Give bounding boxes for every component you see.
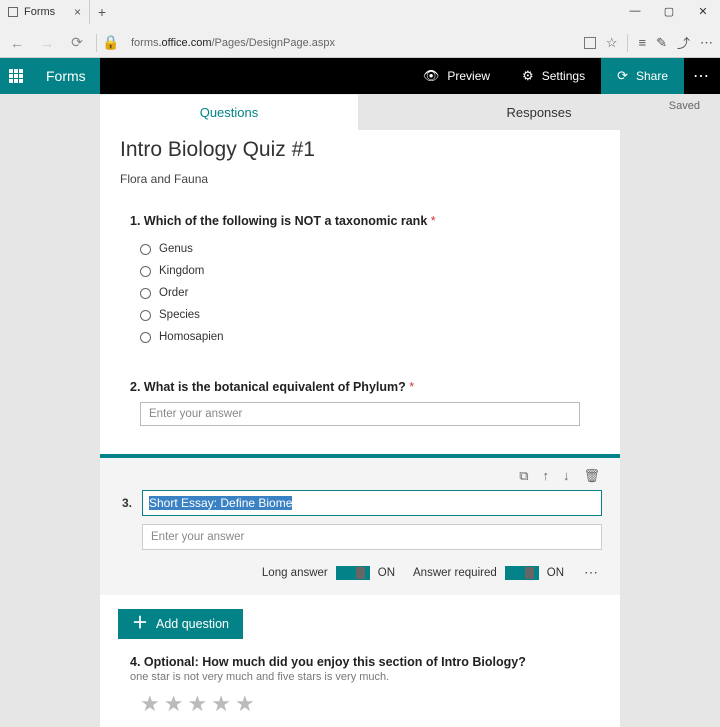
settings-label: Settings — [542, 69, 585, 83]
tab-questions[interactable]: Questions — [100, 94, 358, 130]
long-answer-label: Long answer — [262, 567, 328, 579]
question-2[interactable]: 2. What is the botanical equivalent of P… — [100, 370, 620, 432]
form-canvas: Intro Biology Quiz #1 Flora and Fauna 1.… — [100, 130, 620, 727]
url-text[interactable]: forms.office.com/Pages/DesignPage.aspx — [125, 37, 576, 49]
form-description[interactable]: Flora and Fauna — [120, 172, 600, 186]
required-state: ON — [547, 567, 564, 579]
q4-text: Optional: How much did you enjoy this se… — [144, 655, 526, 669]
q1-option[interactable]: Kingdom — [130, 260, 590, 282]
share-browser-icon[interactable]: ⤴ — [677, 33, 690, 52]
settings-button[interactable]: ⚙ Settings — [506, 58, 601, 94]
app-name: Forms — [32, 58, 100, 94]
q2-number: 2. — [130, 380, 140, 394]
radio-icon — [140, 288, 151, 299]
window-close-button[interactable]: ✕ — [686, 0, 720, 22]
copy-question-button[interactable]: ⧉ — [519, 468, 528, 484]
share-button[interactable]: ⟳ Share — [601, 58, 684, 94]
q1-option[interactable]: Species — [130, 304, 590, 326]
q1-option[interactable]: Homosapien — [130, 326, 590, 348]
close-tab-icon[interactable]: × — [74, 5, 81, 19]
q4-number: 4. — [130, 655, 140, 669]
browser-tab[interactable]: Forms × — [0, 0, 90, 24]
star-icon[interactable]: ★ — [235, 691, 255, 717]
share-icon: ⟳ — [617, 68, 628, 84]
move-up-button[interactable]: ↑ — [542, 468, 549, 484]
q3-number: 3. — [118, 496, 132, 510]
tab-responses[interactable]: Responses — [358, 94, 720, 130]
add-question-label: Add question — [156, 617, 229, 631]
delete-question-button[interactable]: 🗑 — [583, 468, 600, 484]
tab-title: Forms — [24, 6, 55, 18]
required-star-icon: * — [409, 380, 414, 394]
browser-more-icon[interactable]: ⋯ — [700, 35, 714, 51]
radio-icon — [140, 266, 151, 277]
nav-back-button[interactable]: ← — [6, 32, 28, 54]
q1-option[interactable]: Order — [130, 282, 590, 304]
favorite-icon[interactable]: ☆ — [606, 35, 618, 51]
share-label: Share — [636, 69, 668, 83]
q4-subtitle: one star is not very much and five stars… — [130, 671, 590, 683]
required-star-icon: * — [431, 214, 436, 228]
lock-icon: 🔒 — [105, 37, 117, 49]
nav-forward-button[interactable]: → — [36, 32, 58, 54]
rating-stars[interactable]: ★ ★ ★ ★ ★ — [130, 691, 590, 717]
save-status: Saved — [669, 100, 700, 112]
hub-icon[interactable]: ≡ — [638, 35, 646, 50]
browser-titlebar: Forms × + — ▢ ✕ — [0, 0, 720, 28]
star-icon[interactable]: ★ — [164, 691, 184, 717]
radio-icon — [140, 244, 151, 255]
more-button[interactable]: ⋯ — [684, 58, 720, 94]
star-icon[interactable]: ★ — [140, 691, 160, 717]
window-minimize-button[interactable]: — — [618, 0, 652, 22]
browser-address-bar: ← → ⟳ 🔒 forms.office.com/Pages/DesignPag… — [0, 28, 720, 58]
new-tab-button[interactable]: + — [90, 0, 114, 24]
q1-text: Which of the following is NOT a taxonomi… — [144, 214, 427, 228]
page-icon — [8, 7, 18, 17]
q2-answer-input[interactable] — [140, 402, 580, 426]
q3-answer-input[interactable]: Enter your answer — [142, 524, 602, 550]
app-launcher-button[interactable] — [0, 58, 32, 94]
long-answer-toggle[interactable] — [336, 566, 370, 580]
question-3-editor: ⧉ ↑ ↓ 🗑 3. Short Essay: Define Biome Ent… — [100, 454, 620, 595]
required-toggle[interactable] — [505, 566, 539, 580]
radio-icon — [140, 332, 151, 343]
gear-icon: ⚙ — [522, 68, 534, 84]
required-label: Answer required — [413, 567, 497, 579]
long-answer-state: ON — [378, 567, 395, 579]
waffle-icon — [9, 69, 23, 83]
question-1[interactable]: 1. Which of the following is NOT a taxon… — [100, 204, 620, 354]
question-more-button[interactable]: ⋯ — [582, 564, 602, 581]
q3-title-input[interactable]: Short Essay: Define Biome — [142, 490, 602, 516]
q1-number: 1. — [130, 214, 140, 228]
eye-icon: 👁 — [423, 68, 440, 84]
nav-refresh-button[interactable]: ⟳ — [66, 32, 88, 54]
preview-button[interactable]: 👁 Preview — [407, 58, 506, 94]
add-question-button[interactable]: ＋ Add question — [118, 609, 243, 639]
reading-view-icon[interactable] — [584, 37, 596, 49]
star-icon[interactable]: ★ — [187, 691, 207, 717]
notes-icon[interactable]: ✎ — [656, 35, 667, 51]
q1-option[interactable]: Genus — [130, 238, 590, 260]
window-maximize-button[interactable]: ▢ — [652, 0, 686, 22]
q2-text: What is the botanical equivalent of Phyl… — [144, 380, 406, 394]
preview-label: Preview — [447, 69, 490, 83]
star-icon[interactable]: ★ — [211, 691, 231, 717]
radio-icon — [140, 310, 151, 321]
app-bar: Forms 👁 Preview ⚙ Settings ⟳ Share ⋯ — [0, 58, 720, 94]
form-title[interactable]: Intro Biology Quiz #1 — [120, 138, 600, 162]
move-down-button[interactable]: ↓ — [563, 468, 570, 484]
question-4[interactable]: 4. Optional: How much did you enjoy this… — [100, 639, 620, 717]
